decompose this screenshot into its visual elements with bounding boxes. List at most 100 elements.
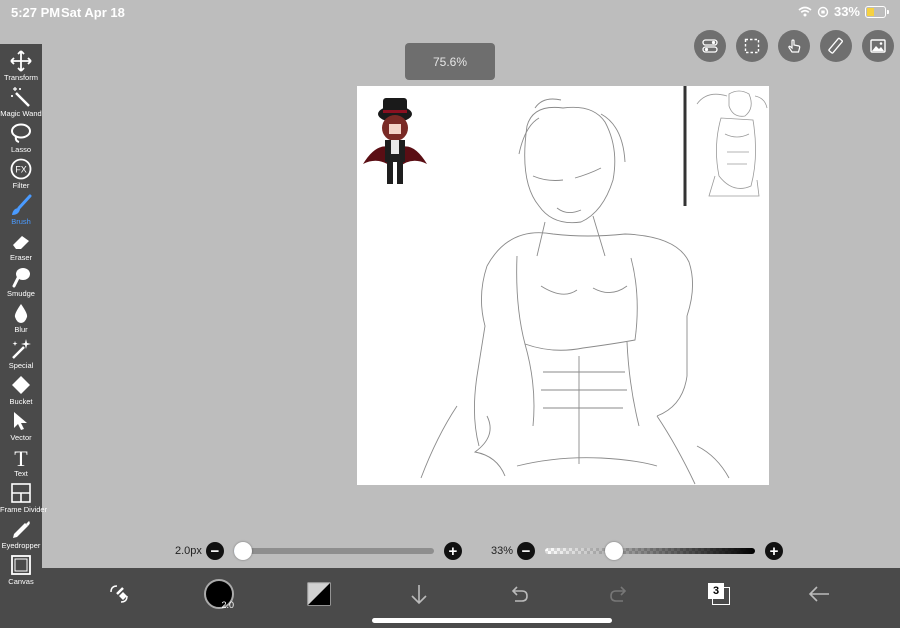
brush-preview-icon: 2.0 [204, 579, 234, 610]
tool-blur[interactable]: Blur [0, 300, 42, 336]
color-swatch-button[interactable] [301, 576, 337, 612]
text-tool-glyph: T [14, 446, 28, 468]
back-button[interactable] [801, 576, 837, 612]
tool-label: Smudge [7, 289, 35, 298]
lasso-icon [11, 123, 31, 143]
canvas-icon [11, 555, 31, 575]
drawing-canvas[interactable] [357, 86, 769, 485]
wifi-icon [798, 6, 812, 17]
download-button[interactable] [401, 576, 437, 612]
tool-text[interactable]: T Text [0, 444, 42, 480]
layer-count: 3 [708, 583, 724, 599]
layers-icon: 3 [708, 583, 730, 605]
tool-label: Text [14, 469, 28, 478]
tool-label: Filter [12, 181, 30, 190]
tool-label: Special [8, 361, 34, 370]
brush-preview-button[interactable]: 2.0 [201, 576, 237, 612]
figure-sketch [420, 98, 730, 485]
tool-label: Canvas [8, 577, 34, 586]
tool-brush[interactable]: Brush [0, 192, 42, 228]
orientation-lock-icon [817, 6, 829, 17]
opacity-increase-button[interactable]: + [765, 542, 784, 560]
arrow-left-icon [808, 586, 829, 602]
brush-size-decrease-button[interactable]: − [205, 542, 224, 560]
filter-fx-glyph: FX [15, 165, 27, 175]
brush-icon [12, 194, 32, 215]
tool-canvas[interactable]: Canvas [0, 552, 42, 588]
tool-frame-divider[interactable]: Frame Divider [0, 480, 48, 516]
home-indicator [372, 618, 612, 623]
filter-fx-icon: FX [10, 158, 32, 180]
dashed-selection-icon [744, 38, 760, 54]
special-icon [12, 339, 31, 359]
selection-button[interactable] [736, 30, 768, 62]
top-actions [694, 30, 894, 62]
magic-wand-icon [11, 87, 30, 107]
tool-bucket[interactable]: Bucket [0, 372, 42, 408]
hand-touch-icon [788, 39, 801, 53]
status-time: 5:27 PM [11, 5, 61, 20]
zoom-value: 75.6% [432, 54, 468, 69]
opacity-decrease-button[interactable]: − [517, 542, 536, 560]
opacity-slider-row: 33% − + [491, 541, 784, 561]
tool-sidebar: Transform Magic Wand Lasso FX Filter Bru… [0, 44, 48, 628]
tool-label: Eyedropper [1, 541, 41, 550]
image-icon [870, 39, 886, 53]
toggle-switch-icon [702, 39, 718, 53]
ruler-icon [828, 37, 843, 54]
arrow-down-icon [411, 585, 427, 605]
brush-size-knob[interactable] [233, 542, 252, 560]
tool-eyedropper[interactable]: Eyedropper [0, 516, 42, 552]
frame-divider-icon [11, 483, 31, 503]
tool-magic-wand[interactable]: Magic Wand [0, 84, 42, 120]
layers-button[interactable]: 3 [701, 576, 737, 612]
tool-label: Bucket [9, 397, 33, 406]
eraser-icon [13, 236, 29, 249]
status-indicators: 33% [798, 4, 889, 19]
smudge-icon [12, 268, 30, 288]
status-date: Sat Apr 18 [61, 5, 125, 20]
brush-eraser-swap-icon [110, 585, 128, 603]
gallery-button[interactable] [862, 30, 894, 62]
ruler-button[interactable] [820, 30, 852, 62]
zoom-indicator: 75.6% [405, 43, 495, 80]
tool-eraser[interactable]: Eraser [0, 228, 42, 264]
swap-brush-eraser-button[interactable] [101, 576, 137, 612]
undo-icon [511, 586, 528, 602]
tool-label: Magic Wand [0, 109, 42, 118]
redo-icon [610, 586, 627, 602]
tool-vector[interactable]: Vector [0, 408, 42, 444]
eyedropper-icon [13, 521, 30, 538]
toggle-settings-button[interactable] [694, 30, 726, 62]
battery-percent: 33% [833, 4, 860, 19]
brush-size-slider[interactable] [233, 542, 434, 560]
chibi-character-image [363, 98, 427, 184]
tool-label: Vector [10, 433, 32, 442]
tool-label: Transform [4, 73, 38, 82]
undo-button[interactable] [501, 576, 537, 612]
color-swatch-icon [307, 582, 331, 606]
opacity-value: 33% [491, 545, 514, 557]
opacity-knob[interactable] [605, 542, 624, 560]
tool-lasso[interactable]: Lasso [0, 120, 42, 156]
opacity-slider[interactable] [545, 542, 756, 560]
tool-label: Eraser [9, 253, 33, 262]
brush-size-increase-button[interactable]: + [443, 542, 462, 560]
vector-icon [14, 412, 27, 430]
bottom-toolbar: 2.0 3 [42, 568, 900, 628]
brush-size-value: 2.0px [175, 545, 202, 557]
tool-special[interactable]: Special [0, 336, 42, 372]
battery-icon [865, 5, 889, 18]
brush-size-slider-row: 2.0px − + [175, 541, 462, 561]
status-bar: 5:27 PM Sat Apr 18 33% [0, 0, 900, 24]
text-icon: T [14, 446, 28, 468]
tool-label: Frame Divider [0, 505, 48, 514]
tool-smudge[interactable]: Smudge [0, 264, 42, 300]
tool-transform[interactable]: Transform [0, 48, 42, 84]
reference-sketch-image [696, 90, 768, 197]
tool-filter[interactable]: FX Filter [0, 156, 42, 192]
tool-label: Brush [11, 217, 31, 226]
redo-button[interactable] [601, 576, 637, 612]
touch-mode-button[interactable] [778, 30, 810, 62]
canvas-artwork [363, 86, 768, 485]
